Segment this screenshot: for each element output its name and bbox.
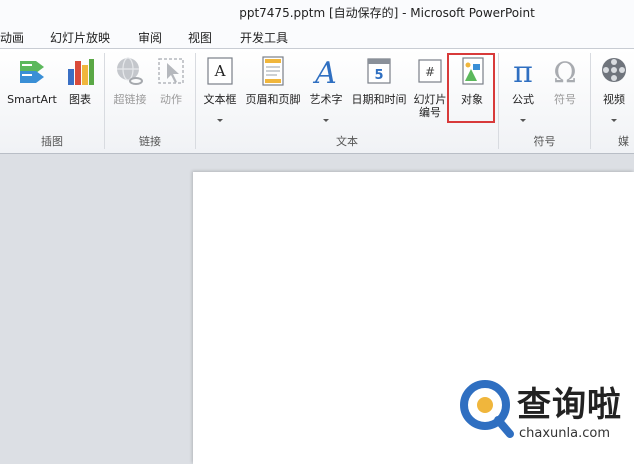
slide-number-icon: # <box>414 55 446 91</box>
datetime-label: 日期和时间 <box>351 93 407 106</box>
ribbon-insert: SmartArt 图表 超链接 动作 A 文本框 页眉和页脚 A 艺术字 5 日… <box>0 49 634 154</box>
svg-text:π: π <box>513 55 533 87</box>
title-bar: ppt7475.pptm [自动保存的] - Microsoft PowerPo… <box>0 0 634 24</box>
svg-text:#: # <box>425 65 435 79</box>
globe-link-icon <box>114 55 146 91</box>
smartart-label: SmartArt <box>7 93 57 106</box>
video-button[interactable]: 视频 <box>594 55 634 133</box>
group-label-symbols: 符号 <box>533 135 556 148</box>
video-dropdown-caret[interactable] <box>611 119 617 122</box>
calendar-icon: 5 <box>363 55 395 91</box>
search-magnifier-logo-icon <box>458 378 516 444</box>
smartart-icon <box>16 55 48 91</box>
svg-text:Ω: Ω <box>553 56 576 87</box>
watermark-brand: 查询啦 <box>517 385 622 425</box>
header-footer-icon <box>257 55 289 91</box>
group-separator <box>590 53 591 149</box>
video-label: 视频 <box>603 93 625 106</box>
window-title: ppt7475.pptm [自动保存的] - Microsoft PowerPo… <box>239 6 535 20</box>
action-label: 动作 <box>160 93 182 106</box>
tab-developer[interactable]: 开发工具 <box>240 29 288 46</box>
watermark-url: chaxunla.com <box>519 426 610 441</box>
hyperlink-label: 超链接 <box>113 93 147 106</box>
group-label-illustrations: 插图 <box>41 135 63 148</box>
textbox-button[interactable]: A 文本框 <box>198 55 242 133</box>
slide-number-button[interactable]: # 幻灯片 编号 <box>410 55 450 133</box>
tab-animations[interactable]: 动画 <box>0 29 24 46</box>
object-button-highlight <box>447 53 495 123</box>
symbol-label: 符号 <box>554 93 576 106</box>
chart-button[interactable]: 图表 <box>60 55 100 133</box>
ribbon-tab-bar: 动画 幻灯片放映 审阅 视图 开发工具 <box>0 24 634 49</box>
action-icon <box>155 55 187 91</box>
group-label-media: 媒 <box>618 135 629 148</box>
symbol-button[interactable]: Ω 符号 <box>544 55 586 133</box>
film-reel-icon <box>598 55 630 91</box>
svg-text:A: A <box>312 56 337 87</box>
equation-button[interactable]: π 公式 <box>502 55 544 133</box>
datetime-button[interactable]: 5 日期和时间 <box>348 55 410 133</box>
tab-slideshow[interactable]: 幻灯片放映 <box>50 29 110 46</box>
omega-icon: Ω <box>549 55 581 91</box>
hyperlink-button[interactable]: 超链接 <box>108 55 152 133</box>
svg-text:5: 5 <box>374 68 383 83</box>
wordart-button[interactable]: A 艺术字 <box>304 55 348 133</box>
group-label-links: 链接 <box>139 135 161 148</box>
bar-chart-icon <box>64 55 96 91</box>
textbox-label: 文本框 <box>203 93 237 106</box>
textbox-icon: A <box>204 55 236 91</box>
wordart-label: 艺术字 <box>309 93 343 106</box>
equation-dropdown-caret[interactable] <box>520 119 526 122</box>
chart-label: 图表 <box>69 93 91 106</box>
tab-review[interactable]: 审阅 <box>138 29 162 46</box>
tab-view[interactable]: 视图 <box>188 29 212 46</box>
pi-icon: π <box>507 55 539 91</box>
equation-label: 公式 <box>512 93 534 106</box>
wordart-icon: A <box>310 55 342 91</box>
wordart-dropdown-caret[interactable] <box>323 119 329 122</box>
textbox-dropdown-caret[interactable] <box>217 119 223 122</box>
header-footer-label: 页眉和页脚 <box>245 93 301 106</box>
action-button[interactable]: 动作 <box>152 55 190 133</box>
slide-number-label: 幻灯片 编号 <box>413 93 447 119</box>
header-footer-button[interactable]: 页眉和页脚 <box>242 55 304 133</box>
group-label-text: 文本 <box>336 135 358 148</box>
svg-text:A: A <box>214 62 226 80</box>
smartart-button[interactable]: SmartArt <box>4 55 60 133</box>
